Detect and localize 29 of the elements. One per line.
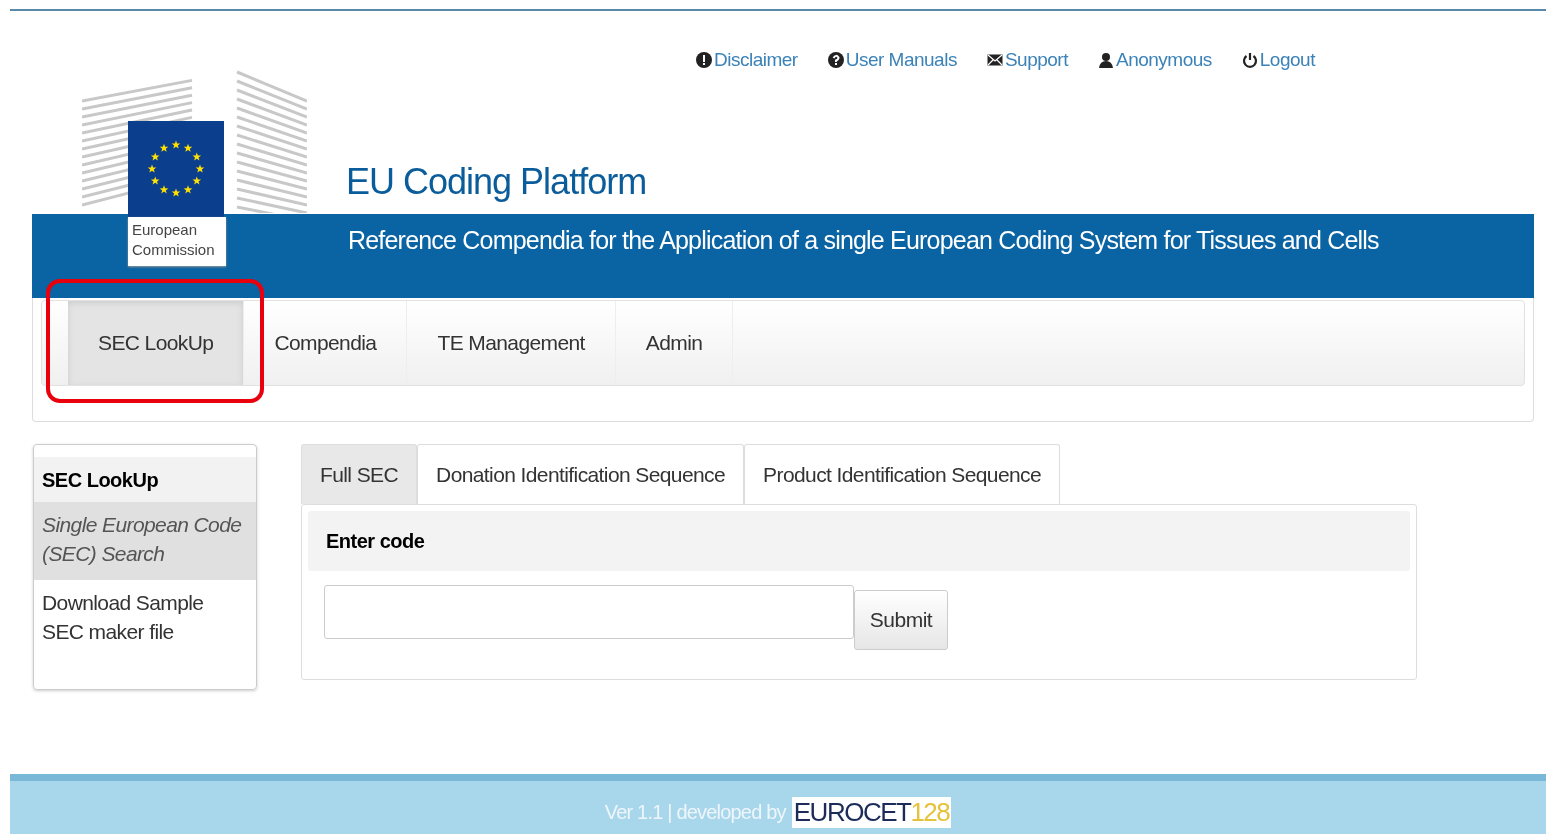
nav-tab[interactable]: Compendia <box>244 301 408 385</box>
tab[interactable]: Donation Identification Sequence <box>417 444 745 504</box>
header-link[interactable]: Support <box>986 49 1068 71</box>
banner-text: Reference Compendia for the Application of a single European Coding System for Tissues and Cells <box>348 226 1379 255</box>
site-title: EU Coding Platform <box>346 161 647 203</box>
sidebar-item[interactable]: Download Sample SEC maker file <box>34 580 256 658</box>
sidebar-item[interactable]: Single European Code (SEC) Search <box>34 502 256 580</box>
brand-logo: EUROCET128 <box>791 797 952 828</box>
nav-tab[interactable]: SEC LookUp <box>68 301 245 385</box>
header-link[interactable]: Disclaimer <box>696 49 798 71</box>
header-link[interactable]: Anonymous <box>1097 49 1212 71</box>
sidebar-title: SEC LookUp <box>34 457 256 502</box>
header-link[interactable]: User Manuals <box>827 49 957 71</box>
eu-flag-icon <box>128 121 224 217</box>
header-link[interactable]: Logout <box>1241 49 1315 71</box>
footer-text: Ver 1.1 | developed by <box>604 801 786 824</box>
tab[interactable]: Product Identification Sequence <box>744 444 1061 504</box>
form-heading: Enter code <box>326 529 425 553</box>
tab[interactable]: Full SEC <box>301 444 418 504</box>
help-icon <box>827 52 844 68</box>
user-icon <box>1097 52 1114 68</box>
submit-button[interactable]: Submit <box>854 590 948 650</box>
power-icon <box>1241 52 1258 68</box>
nav-tab[interactable]: Admin <box>615 301 734 385</box>
nav-tab[interactable]: TE Management <box>407 301 616 385</box>
exclamation-icon <box>696 52 712 68</box>
code-input-field[interactable] <box>324 585 854 639</box>
logo-caption: European Commission <box>128 217 226 266</box>
mail-icon <box>986 52 1003 68</box>
